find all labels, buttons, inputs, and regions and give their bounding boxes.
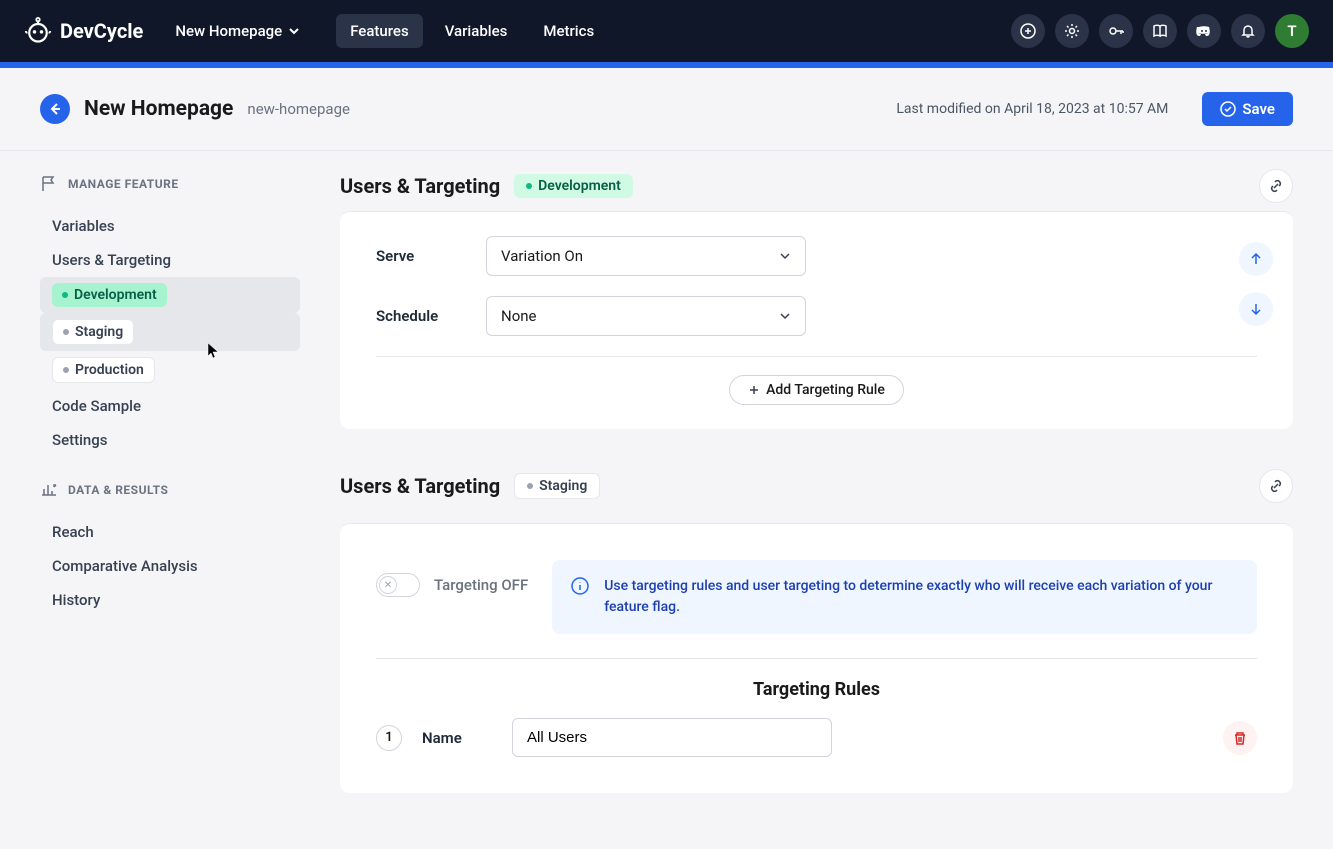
move-up-button[interactable] [1239, 242, 1273, 276]
keys-button[interactable] [1099, 14, 1133, 48]
delete-rule-button[interactable] [1223, 721, 1257, 755]
plus-icon [748, 384, 760, 396]
top-nav: DevCycle New Homepage Features Variables… [0, 0, 1333, 62]
chevron-down-icon [779, 310, 791, 322]
tab-variables[interactable]: Variables [431, 14, 522, 48]
serve-select[interactable]: Variation On [486, 236, 806, 276]
arrow-up-icon [1249, 252, 1263, 266]
status-dot-icon [63, 367, 69, 373]
last-modified: Last modified on April 18, 2023 at 10:57… [896, 101, 1168, 117]
sidebar-item-reach[interactable]: Reach [40, 515, 300, 549]
save-label: Save [1242, 100, 1275, 118]
sidebar-item-variables[interactable]: Variables [40, 209, 300, 243]
gear-icon [1064, 23, 1080, 39]
tab-features[interactable]: Features [336, 14, 422, 48]
manage-feature-label: MANAGE FEATURE [40, 175, 300, 193]
rule-row: 1 Name [376, 718, 1257, 757]
sidebar-env-staging[interactable]: Staging [40, 313, 300, 351]
check-circle-icon [1220, 101, 1236, 117]
section-head-staging: Users & Targeting Staging [340, 469, 1293, 503]
targeting-toggle-label: Targeting OFF [434, 576, 528, 594]
schedule-select[interactable]: None [486, 296, 806, 336]
toggle-knob: ✕ [379, 576, 397, 594]
arrow-left-icon [47, 101, 63, 117]
section-title: Users & Targeting [340, 174, 500, 198]
env-badge-staging: Staging [514, 473, 600, 499]
info-text: Use targeting rules and user targeting t… [604, 576, 1239, 618]
chart-icon [40, 481, 58, 499]
save-button[interactable]: Save [1202, 92, 1293, 126]
logo[interactable]: DevCycle [24, 17, 143, 45]
copy-link-button[interactable] [1259, 169, 1293, 203]
link-icon [1268, 478, 1284, 494]
chevron-down-icon [779, 250, 791, 262]
page-header: New Homepage new-homepage Last modified … [0, 68, 1333, 151]
data-results-label: DATA & RESULTS [40, 481, 300, 499]
copy-link-button[interactable] [1259, 469, 1293, 503]
notifications-button[interactable] [1231, 14, 1265, 48]
rule-number: 1 [376, 725, 402, 751]
info-banner: Use targeting rules and user targeting t… [552, 560, 1257, 634]
user-avatar[interactable]: T [1275, 14, 1309, 48]
schedule-label: Schedule [376, 307, 446, 325]
discord-button[interactable] [1187, 14, 1221, 48]
move-down-button[interactable] [1239, 292, 1273, 326]
rule-name-input[interactable] [512, 718, 832, 757]
section-head-development: Users & Targeting Development [340, 169, 1293, 203]
status-dot-icon [527, 483, 533, 489]
targeting-rules-heading: Targeting Rules [376, 658, 1257, 700]
key-icon [1108, 23, 1124, 39]
name-label: Name [422, 729, 492, 747]
chevron-down-icon [288, 25, 300, 37]
project-name: New Homepage [175, 22, 282, 40]
sidebar-env-production[interactable]: Production [40, 351, 300, 389]
status-dot-icon [63, 329, 69, 335]
info-icon [570, 576, 590, 596]
targeting-toggle[interactable]: ✕ [376, 573, 420, 597]
reorder-arrows [1239, 242, 1273, 326]
bell-icon [1240, 23, 1256, 39]
flag-icon [40, 175, 58, 193]
status-dot-icon [526, 183, 532, 189]
settings-button[interactable] [1055, 14, 1089, 48]
page-slug: new-homepage [247, 100, 350, 118]
plus-circle-icon [1020, 23, 1036, 39]
sidebar-item-settings[interactable]: Settings [40, 423, 300, 457]
brand-text: DevCycle [60, 19, 143, 43]
add-button[interactable] [1011, 14, 1045, 48]
docs-button[interactable] [1143, 14, 1177, 48]
add-targeting-rule-button[interactable]: Add Targeting Rule [729, 375, 904, 405]
status-dot-icon [62, 292, 68, 298]
tab-metrics[interactable]: Metrics [529, 14, 608, 48]
trash-icon [1232, 730, 1248, 746]
sidebar-env-development[interactable]: Development [40, 277, 300, 313]
sidebar-item-code-sample[interactable]: Code Sample [40, 389, 300, 423]
section-title: Users & Targeting [340, 474, 500, 498]
sidebar-item-comparative[interactable]: Comparative Analysis [40, 549, 300, 583]
page-title: New Homepage [84, 97, 233, 121]
link-icon [1268, 178, 1284, 194]
discord-icon [1196, 23, 1212, 39]
logo-icon [24, 17, 52, 45]
nav-tabs: Features Variables Metrics [336, 14, 608, 48]
book-icon [1152, 23, 1168, 39]
main-content: Users & Targeting Development Serve Vari… [320, 151, 1333, 849]
arrow-down-icon [1249, 302, 1263, 316]
sidebar: MANAGE FEATURE Variables Users & Targeti… [0, 151, 320, 849]
env-badge-development: Development [514, 174, 633, 198]
serve-label: Serve [376, 247, 446, 265]
project-switcher[interactable]: New Homepage [175, 22, 300, 40]
targeting-card-development: Serve Variation On Schedule None [340, 211, 1293, 429]
sidebar-item-users-targeting[interactable]: Users & Targeting [40, 243, 300, 277]
topnav-right: T [1011, 14, 1309, 48]
targeting-card-staging: ✕ Targeting OFF Use targeting rules and … [340, 523, 1293, 793]
sidebar-item-history[interactable]: History [40, 583, 300, 617]
back-button[interactable] [40, 94, 70, 124]
